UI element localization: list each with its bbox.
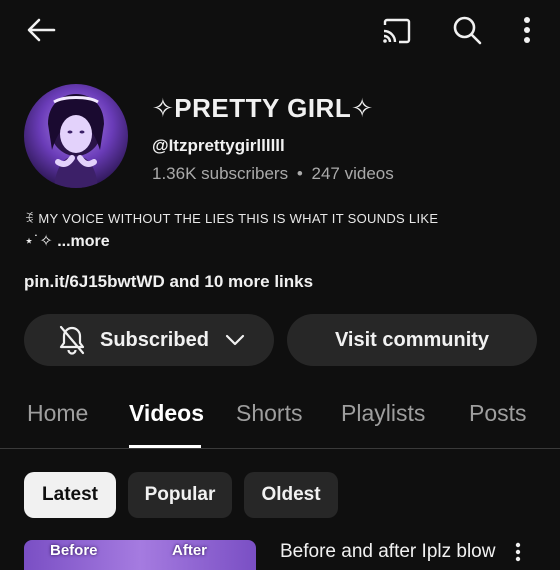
thumb-after-label: After — [172, 542, 208, 559]
video-count: 247 videos — [311, 164, 394, 183]
video-thumbnail[interactable]: Before After — [24, 540, 256, 570]
filter-latest[interactable]: Latest — [24, 472, 116, 518]
channel-stats: 1.36K subscribers • 247 videos — [152, 164, 394, 184]
subscribed-button[interactable]: Subscribed — [24, 314, 274, 366]
filter-oldest[interactable]: Oldest — [244, 472, 338, 518]
video-options-button[interactable] — [508, 540, 528, 564]
channel-handle: @Itzprettygirllllll — [152, 136, 285, 155]
cast-button[interactable] — [380, 16, 414, 46]
tab-home[interactable]: Home — [27, 400, 88, 427]
channel-description[interactable]: ꉂ MY VOICE WITHOUT THE LIES THIS IS WHAT… — [24, 210, 438, 227]
more-vert-icon — [515, 542, 521, 562]
stats-separator: • — [296, 164, 303, 183]
subscribed-label: Subscribed — [100, 328, 209, 351]
more-link[interactable]: ...more — [57, 233, 109, 250]
tab-posts[interactable]: Posts — [469, 400, 527, 427]
bell-off-icon — [58, 325, 86, 355]
channel-links[interactable]: pin.it/6J15bwtWD and 10 more links — [24, 272, 313, 292]
tab-playlists[interactable]: Playlists — [341, 400, 425, 427]
subscriber-count: 1.36K subscribers — [152, 164, 289, 183]
description-more[interactable]: ⋆˙✧ ...more — [24, 231, 110, 251]
chevron-down-icon — [225, 334, 245, 346]
active-tab-indicator — [129, 445, 201, 448]
search-button[interactable] — [450, 14, 484, 46]
back-arrow-icon — [26, 17, 56, 43]
more-links-text[interactable]: and 10 more links — [165, 272, 313, 291]
description-decoration: ⋆˙✧ — [24, 233, 58, 250]
search-icon — [452, 15, 482, 45]
more-options-button[interactable] — [516, 14, 538, 46]
pinterest-link[interactable]: pin.it/6J15bwtWD — [24, 272, 165, 291]
more-vert-icon — [523, 16, 531, 44]
back-button[interactable] — [24, 14, 58, 46]
tab-videos[interactable]: Videos — [129, 400, 204, 427]
channel-tabs: Home Videos Shorts Playlists Posts — [0, 390, 560, 449]
thumb-before-label: Before — [50, 542, 98, 559]
visit-community-button[interactable]: Visit community — [287, 314, 537, 366]
filter-popular[interactable]: Popular — [128, 472, 232, 518]
channel-name: ✧PRETTY GIRL✧ — [152, 93, 374, 123]
cast-icon — [381, 17, 413, 45]
channel-avatar[interactable] — [24, 84, 128, 188]
tab-shorts[interactable]: Shorts — [236, 400, 302, 427]
